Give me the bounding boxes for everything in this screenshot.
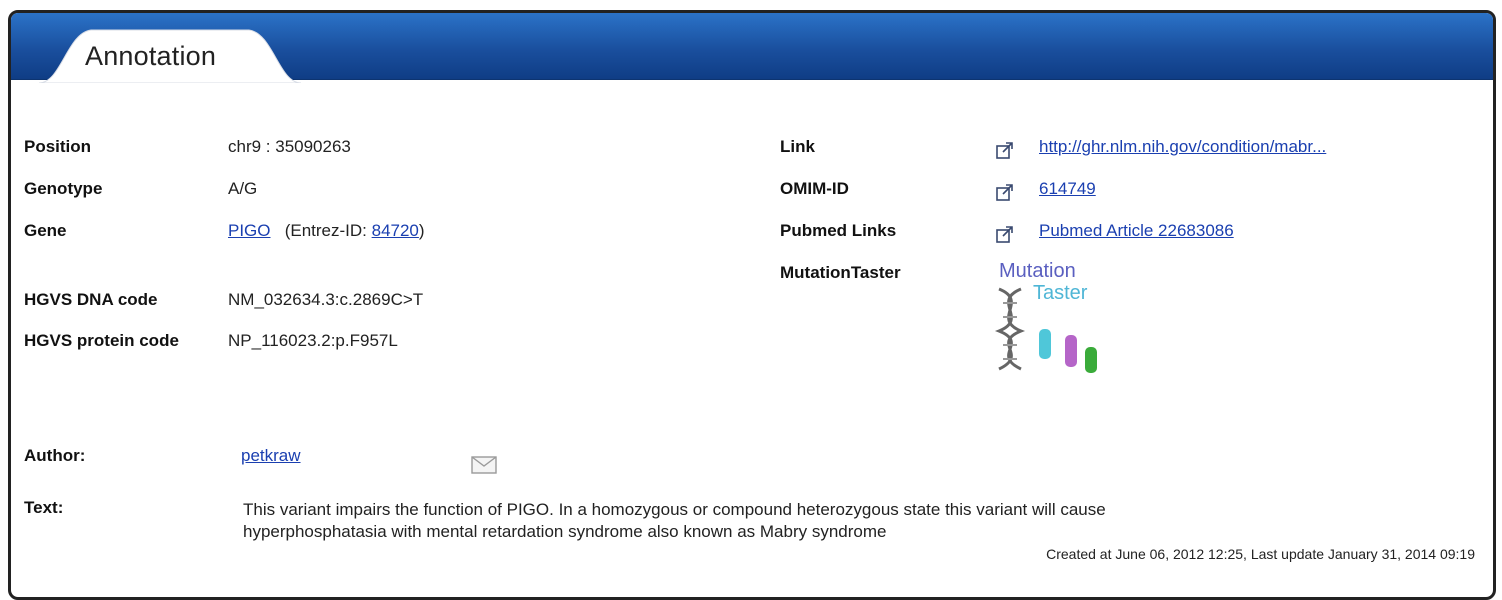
external-link-icon	[996, 226, 1013, 243]
ghr-link[interactable]: http://ghr.nlm.nih.gov/condition/mabr...	[1039, 137, 1326, 157]
gene-link[interactable]: PIGO	[228, 221, 271, 240]
genotype-value: A/G	[228, 179, 258, 198]
hgvs-dna-label: HGVS DNA code	[24, 290, 158, 309]
external-link-icon	[996, 184, 1013, 201]
author-link[interactable]: petkraw	[241, 446, 301, 466]
gene-label: Gene	[24, 221, 67, 240]
annotation-panel: Annotation Position chr9 : 35090263 Geno…	[8, 10, 1496, 600]
entrez-suffix: )	[418, 221, 425, 240]
omim-label: OMIM-ID	[780, 179, 849, 198]
tab-label: Annotation	[85, 41, 217, 71]
text-label: Text:	[24, 498, 64, 517]
tab-annotation[interactable]: Annotation	[39, 27, 301, 83]
annotation-text-line: hyperphosphatasia with mental retardatio…	[243, 522, 887, 541]
hgvs-protein-label: HGVS protein code	[24, 331, 179, 350]
mutationtaster-label: MutationTaster	[780, 263, 901, 282]
position-value: chr9 : 35090263	[228, 137, 351, 156]
external-link-icon	[996, 142, 1013, 159]
gene-value: PIGO (Entrez-ID: 84720)	[228, 221, 425, 241]
position-label: Position	[24, 137, 92, 156]
pubmed-label: Pubmed Links	[780, 221, 897, 240]
hgvs-protein-value: NP_116023.2:p.F957L	[228, 331, 398, 350]
omim-link[interactable]: 614749	[1039, 179, 1096, 199]
link-label: Link	[780, 137, 815, 156]
mail-icon[interactable]	[471, 454, 497, 476]
annotation-text-line: This variant impairs the function of PIG…	[243, 500, 1106, 519]
svg-text:Mutation: Mutation	[999, 260, 1076, 282]
entrez-prefix: (Entrez-ID:	[284, 221, 367, 240]
mutationtaster-logo[interactable]: Mutation Taster	[981, 259, 1111, 377]
hgvs-dna-value: NM_032634.3:c.2869C>T	[228, 290, 424, 309]
genotype-label: Genotype	[24, 179, 103, 198]
svg-text:Taster: Taster	[1033, 282, 1088, 304]
entrez-link[interactable]: 84720	[372, 221, 419, 240]
annotation-text: This variant impairs the function of PIG…	[243, 499, 1443, 543]
timestamp-meta: Created at June 06, 2012 12:25, Last upd…	[1046, 546, 1475, 562]
author-label: Author:	[24, 446, 86, 465]
pubmed-link[interactable]: Pubmed Article 22683086	[1039, 221, 1234, 241]
